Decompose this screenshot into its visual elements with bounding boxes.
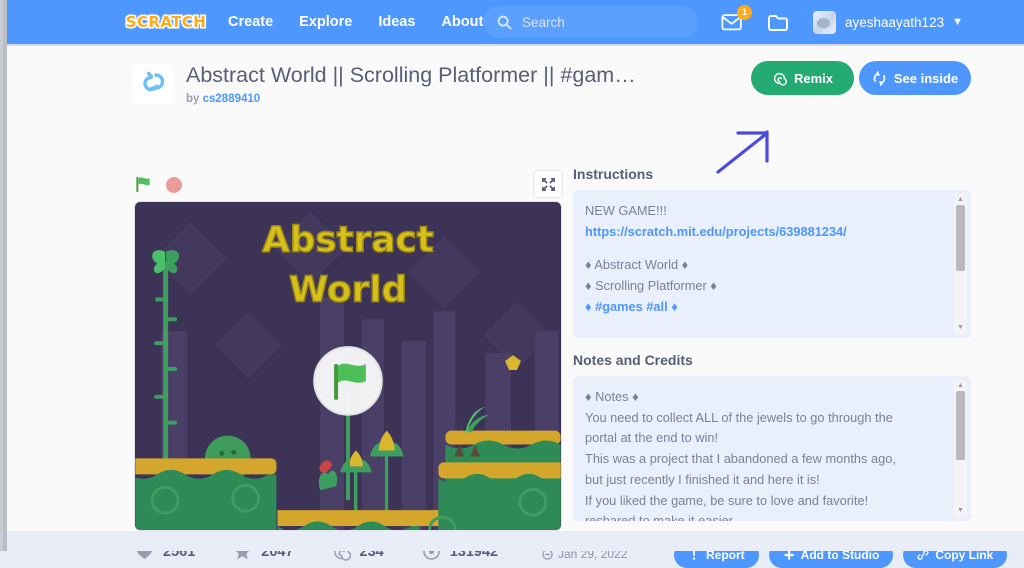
nav-link-ideas[interactable]: Ideas bbox=[378, 14, 415, 30]
avatar[interactable] bbox=[813, 10, 836, 34]
scratch-logo[interactable]: SCRATCH bbox=[124, 9, 207, 35]
remix-button[interactable]: Remix bbox=[751, 61, 854, 95]
project-stage[interactable]: Abstract World bbox=[134, 201, 562, 531]
folder-icon bbox=[768, 14, 788, 31]
instructions-line-1: NEW GAME!!! bbox=[585, 203, 667, 218]
notes-line-3: portal at the end to win! bbox=[585, 430, 719, 446]
by-label: by bbox=[186, 92, 200, 105]
nav-link-about[interactable]: About bbox=[441, 14, 483, 30]
project-author-avatar[interactable] bbox=[132, 64, 174, 104]
notes-scrollbar[interactable]: ▲ ▼ bbox=[954, 380, 967, 517]
see-inside-button[interactable]: See inside bbox=[859, 61, 971, 95]
notes-line-7: reshared to make it easier bbox=[585, 513, 733, 521]
project-header: Abstract World || Scrolling Platformer |… bbox=[132, 64, 636, 105]
navbar-right-group: 1 ayeshaayath123 ▼ bbox=[721, 0, 963, 44]
remix-button-label: Remix bbox=[793, 70, 834, 86]
account-username[interactable]: ayeshaayath123 bbox=[845, 15, 944, 30]
nav-link-create[interactable]: Create bbox=[228, 14, 273, 30]
project-author-line: by cs2889410 bbox=[186, 93, 636, 105]
search-icon bbox=[497, 15, 512, 30]
my-stuff-button[interactable] bbox=[767, 12, 791, 33]
instructions-scroll-thumb[interactable] bbox=[956, 205, 965, 272]
instructions-heading: Instructions bbox=[573, 166, 654, 182]
stop-sign-button[interactable] bbox=[166, 177, 182, 193]
project-page-content: Abstract World || Scrolling Platformer |… bbox=[7, 44, 1024, 568]
instructions-blank-line bbox=[585, 242, 945, 255]
stage-canvas: Abstract World bbox=[135, 202, 561, 530]
scroll-down-icon[interactable]: ▼ bbox=[957, 322, 964, 334]
notes-line-6: If you liked the game, be sure to love a… bbox=[585, 492, 869, 508]
nav-link-explore[interactable]: Explore bbox=[299, 14, 352, 30]
fullscreen-button[interactable] bbox=[533, 170, 563, 198]
green-flag-icon bbox=[136, 177, 150, 192]
scroll-down-icon[interactable]: ▼ bbox=[957, 505, 964, 517]
top-navigation-bar: SCRATCH Create Explore Ideas About Searc… bbox=[7, 0, 1024, 44]
project-title-group: Abstract World || Scrolling Platformer |… bbox=[186, 64, 636, 105]
project-details-column: Instructions NEW GAME!!! https://scratch… bbox=[573, 166, 971, 521]
page-title: Abstract World || Scrolling Platformer |… bbox=[186, 64, 636, 87]
instructions-scroll-track[interactable] bbox=[956, 205, 965, 323]
notes-line-1: ♦ Notes ♦ bbox=[585, 389, 639, 404]
notes-scroll-track[interactable] bbox=[956, 391, 965, 506]
page-bottom-band bbox=[7, 531, 1024, 551]
stage-title-line2: World bbox=[289, 269, 407, 310]
search-input[interactable]: Search bbox=[483, 6, 698, 38]
instructions-textbox[interactable]: NEW GAME!!! https://scratch.mit.edu/proj… bbox=[573, 190, 971, 338]
stage-title-line1: Abstract bbox=[262, 220, 434, 261]
notes-line-5: but just recently I finished it and here… bbox=[585, 471, 820, 487]
instructions-line-5: ♦ Scrolling Platformer ♦ bbox=[585, 278, 717, 294]
notes-line-4: This was a project that I abandoned a fe… bbox=[585, 451, 896, 467]
notes-textbox[interactable]: ♦ Notes ♦ You need to collect ALL of the… bbox=[573, 376, 971, 521]
author-link[interactable]: cs2889410 bbox=[203, 93, 261, 105]
scratch-project-page: SCRATCH Create Explore Ideas About Searc… bbox=[0, 0, 1024, 568]
instructions-line-2[interactable]: https://scratch.mit.edu/projects/6398812… bbox=[585, 222, 945, 243]
fullscreen-icon bbox=[541, 177, 555, 191]
see-inside-icon bbox=[873, 70, 886, 86]
see-inside-button-label: See inside bbox=[893, 70, 959, 86]
notes-heading: Notes and Credits bbox=[573, 352, 693, 368]
green-flag-button[interactable] bbox=[134, 175, 153, 199]
search-placeholder: Search bbox=[522, 14, 565, 30]
project-avatar-icon bbox=[143, 71, 165, 92]
messages-badge: 1 bbox=[737, 4, 752, 20]
messages-button[interactable]: 1 bbox=[721, 4, 752, 33]
instructions-line-6[interactable]: ♦ #games #all ♦ bbox=[585, 297, 945, 318]
player-controls bbox=[134, 170, 563, 199]
remix-spiral-icon bbox=[773, 72, 787, 86]
browser-left-gutter bbox=[0, 0, 7, 551]
notes-line-2: You need to collect ALL of the jewels to… bbox=[585, 409, 893, 425]
instructions-scrollbar[interactable]: ▲ ▼ bbox=[954, 194, 967, 334]
instructions-line-4: ♦ Abstract World ♦ bbox=[585, 257, 689, 273]
chevron-down-icon[interactable]: ▼ bbox=[952, 16, 963, 28]
notes-scroll-thumb[interactable] bbox=[956, 391, 965, 460]
